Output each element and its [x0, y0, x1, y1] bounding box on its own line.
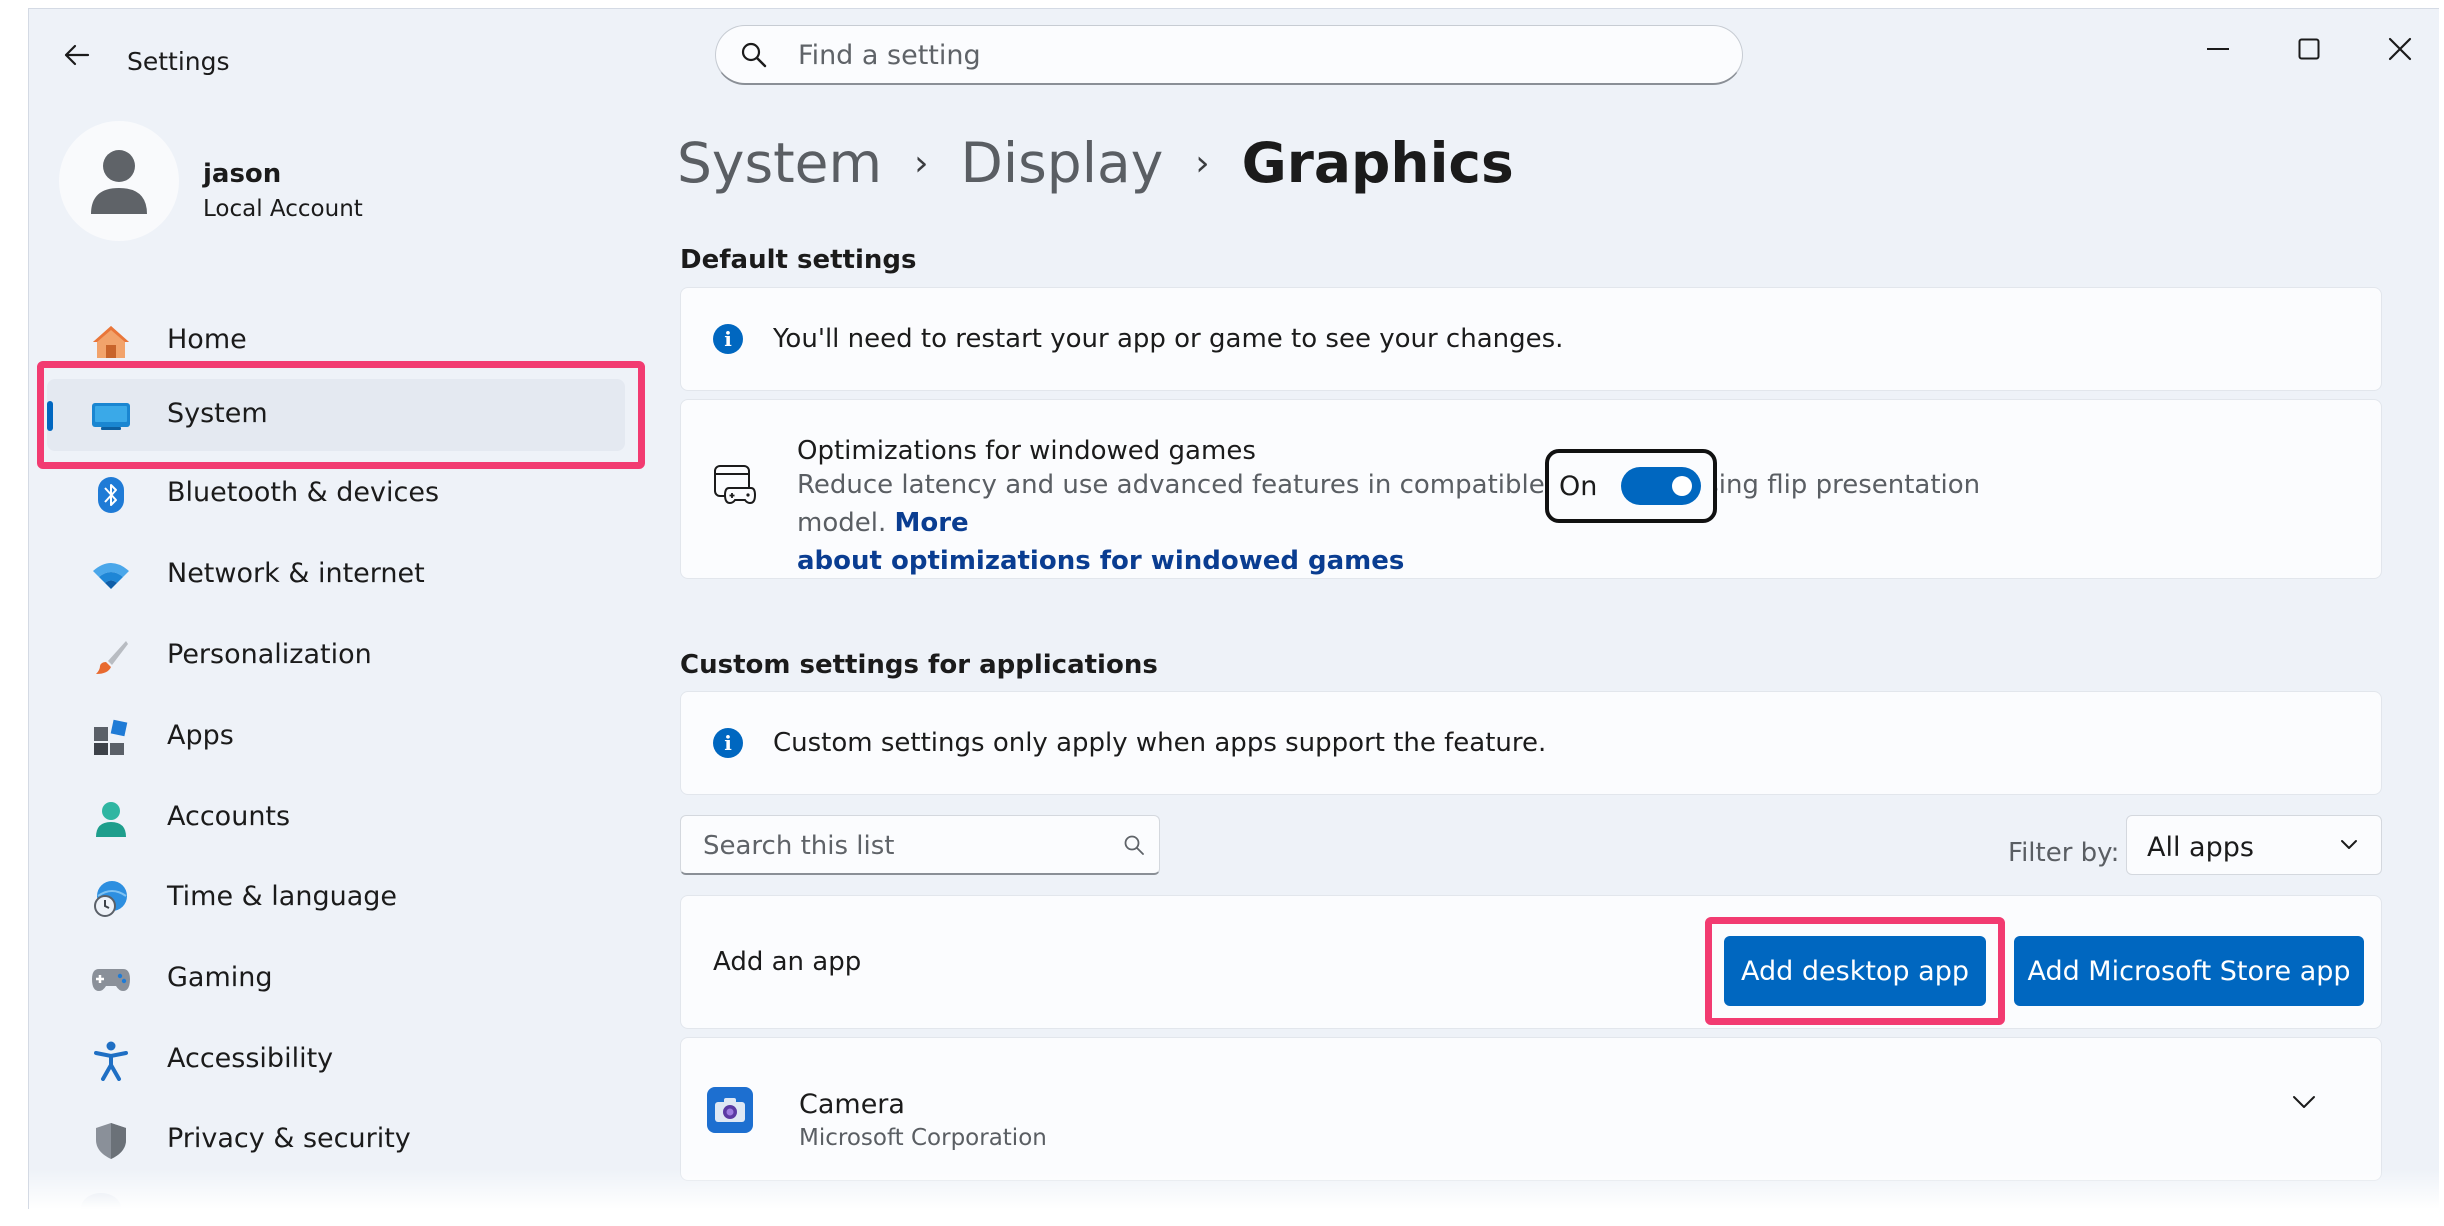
sidebar-item-accounts[interactable]: Accounts [47, 782, 625, 854]
accessibility-icon [91, 1041, 131, 1081]
info-icon: i [713, 324, 743, 354]
sidebar-item-apps[interactable]: Apps [47, 701, 625, 773]
filter-dropdown[interactable]: All apps [2126, 815, 2382, 875]
app-list-item-camera[interactable] [680, 1037, 2382, 1181]
windowed-games-description: Reduce latency and use advanced features… [797, 466, 2057, 580]
sidebar-item-time-language[interactable]: Time & language [47, 862, 625, 934]
game-window-icon [713, 462, 757, 510]
maximize-button[interactable] [2279, 29, 2339, 69]
windowed-games-desc-text: Reduce latency and use advanced features… [797, 470, 1981, 538]
user-name: jason [203, 159, 282, 189]
restart-info-text: You'll need to restart your app or game … [773, 324, 1564, 354]
search-icon [1123, 834, 1145, 860]
custom-info-text: Custom settings only apply when apps sup… [773, 728, 1547, 758]
search-list-field[interactable] [680, 815, 1160, 875]
maximize-icon [2298, 38, 2320, 60]
wifi-icon [91, 557, 131, 595]
sidebar-item-accessibility[interactable]: Accessibility [47, 1024, 625, 1096]
toggle-state-label: On [1559, 471, 1598, 502]
minimize-icon [2207, 48, 2229, 50]
breadcrumb: System › Display › Graphics [677, 131, 1514, 195]
chevron-right-icon: › [914, 142, 929, 184]
close-button[interactable] [2370, 29, 2430, 69]
windowed-games-card: Optimizations for windowed games Reduce … [680, 399, 2382, 579]
filter-selected-value: All apps [2147, 832, 2254, 863]
page-title: Graphics [1241, 131, 1514, 195]
sidebar-item-label: Network & internet [167, 558, 425, 589]
chevron-down-icon [2339, 836, 2359, 855]
sidebar-item-privacy[interactable]: Privacy & security [47, 1104, 625, 1176]
sidebar-item-label: Home [167, 324, 247, 355]
apps-icon [91, 719, 131, 757]
windowed-games-title: Optimizations for windowed games [797, 436, 1256, 466]
toggle-knob [1672, 476, 1692, 496]
sidebar-item-network[interactable]: Network & internet [47, 539, 625, 611]
avatar[interactable] [59, 121, 179, 241]
custom-info-card: i Custom settings only apply when apps s… [680, 691, 2382, 795]
camera-app-icon [707, 1087, 753, 1133]
sidebar-item-label: Privacy & security [167, 1123, 411, 1154]
custom-settings-heading: Custom settings for applications [680, 650, 1158, 680]
chevron-down-icon[interactable] [2291, 1094, 2317, 1114]
search-list-input[interactable] [701, 826, 1105, 866]
windows-update-icon [81, 1193, 121, 1209]
close-icon [2388, 37, 2412, 61]
more-info-link-continued[interactable]: about optimizations for windowed games [797, 546, 1404, 576]
windowed-games-toggle-focus: On [1545, 449, 1717, 523]
filter-by-label: Filter by: [2008, 838, 2120, 868]
gamepad-icon [91, 961, 131, 999]
highlight-box-add-desktop [1705, 917, 2005, 1025]
windowed-games-toggle[interactable] [1621, 467, 1701, 505]
breadcrumb-item-system[interactable]: System [677, 131, 882, 195]
brush-icon [91, 638, 131, 676]
find-setting-search[interactable] [715, 25, 1743, 85]
sidebar-item-label: Gaming [167, 962, 273, 993]
info-icon: i [713, 728, 743, 758]
arrow-left-icon [64, 44, 90, 66]
minimize-button[interactable] [2188, 29, 2248, 69]
app-publisher: Microsoft Corporation [799, 1125, 1047, 1151]
back-button[interactable] [57, 35, 97, 75]
sidebar-item-label: Personalization [167, 639, 372, 670]
app-title: Settings [127, 47, 230, 76]
sidebar-item-label: Bluetooth & devices [167, 477, 440, 508]
account-type: Local Account [203, 196, 363, 222]
sidebar-item-label: Apps [167, 720, 234, 751]
sidebar-item-label: Time & language [167, 881, 398, 912]
sidebar-item-gaming[interactable]: Gaming [47, 943, 625, 1015]
globe-clock-icon [91, 880, 131, 918]
sidebar-item-label: Accounts [167, 801, 291, 832]
more-info-link[interactable]: More [895, 508, 969, 538]
person-icon [91, 800, 131, 838]
app-name: Camera [799, 1089, 905, 1120]
sidebar-item-label: Accessibility [167, 1043, 334, 1074]
home-icon [91, 323, 131, 361]
highlight-box-system [37, 361, 645, 469]
chevron-right-icon: › [1195, 142, 1210, 184]
default-settings-heading: Default settings [680, 245, 917, 275]
search-icon [740, 41, 768, 73]
settings-window: Settings jason Local Account Home System [28, 8, 2439, 1209]
sidebar-item-personalization[interactable]: Personalization [47, 620, 625, 692]
person-placeholder-icon [91, 150, 147, 214]
restart-info-card: i You'll need to restart your app or gam… [680, 287, 2382, 391]
search-input[interactable] [796, 34, 1700, 76]
shield-icon [91, 1122, 131, 1160]
breadcrumb-item-display[interactable]: Display [961, 131, 1164, 195]
add-store-app-button[interactable]: Add Microsoft Store app [2014, 936, 2364, 1006]
bluetooth-icon [91, 476, 131, 514]
add-app-label: Add an app [713, 947, 862, 977]
